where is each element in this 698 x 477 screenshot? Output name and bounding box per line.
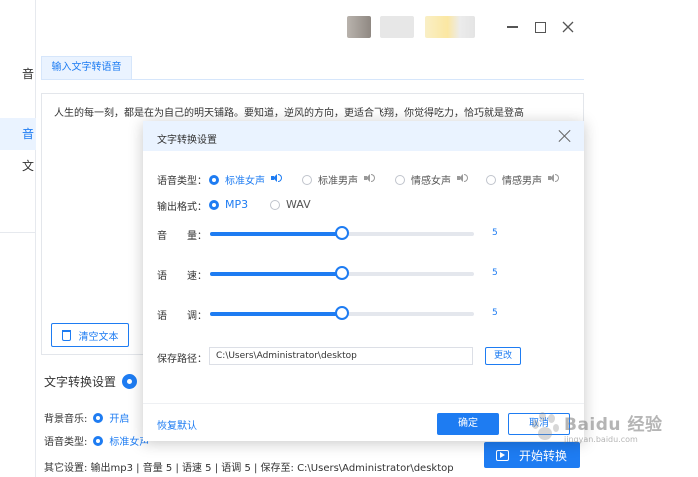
change-path-button[interactable]: 更改 <box>485 347 521 365</box>
start-convert-button[interactable]: 开始转换 <box>484 442 580 468</box>
sidebar-item-2[interactable]: 音 <box>0 118 36 150</box>
save-path-field[interactable]: C:\Users\Administrator\desktop <box>209 347 473 365</box>
speed-value: 5 <box>492 268 498 278</box>
voice-option-0[interactable]: 标准女声 <box>209 172 282 187</box>
volume-handle[interactable] <box>335 226 349 240</box>
voice-option-label-0: 标准女声 <box>225 176 265 187</box>
format-option-mp3[interactable]: MP3 <box>209 198 248 211</box>
voice-radio-0[interactable] <box>209 174 219 185</box>
minimize-button[interactable] <box>500 16 524 38</box>
format-label-wav: WAV <box>286 198 311 211</box>
voice-radio-2[interactable] <box>395 174 405 185</box>
voice-radio-1[interactable] <box>302 174 312 185</box>
format-radio-wav[interactable] <box>270 199 280 210</box>
volume-label: 音 量： <box>157 231 207 242</box>
format-label: 输出格式： <box>157 202 207 213</box>
maximize-button[interactable] <box>528 16 552 38</box>
sidebar-item-1[interactable]: 音 <box>0 58 36 90</box>
minimize-icon <box>506 26 518 28</box>
sidebar-divider <box>0 232 36 233</box>
format-option-wav[interactable]: WAV <box>270 198 311 211</box>
voice-option-2[interactable]: 情感女声 <box>395 172 468 187</box>
gear-icon[interactable] <box>122 374 138 389</box>
voice-radio-3[interactable] <box>486 174 496 185</box>
clear-text-button[interactable]: 清空文本 <box>51 323 129 347</box>
dialog-close-icon[interactable] <box>558 129 572 143</box>
voice-type-row: 语音类型: 标准女声 <box>44 433 149 448</box>
speaker-icon[interactable] <box>457 174 468 185</box>
settings-title-text: 文字转换设置 <box>44 375 117 389</box>
pitch-label: 语 调： <box>157 311 207 322</box>
bg-music-value: 开启 <box>109 414 130 425</box>
voice-option-1[interactable]: 标准男声 <box>302 172 375 187</box>
tab-underline <box>41 79 584 80</box>
dialog-footer-divider <box>143 403 584 404</box>
voice-option-label-1: 标准男声 <box>318 176 358 187</box>
speed-handle[interactable] <box>335 266 349 280</box>
bg-music-label: 背景音乐: <box>44 414 88 425</box>
start-convert-label: 开始转换 <box>519 448 568 463</box>
pitch-slider[interactable] <box>210 306 474 320</box>
window-close-button[interactable] <box>556 16 580 38</box>
voice-option-label-2: 情感女声 <box>411 176 451 187</box>
pitch-fill <box>210 312 342 316</box>
speed-label: 语 速： <box>157 271 207 282</box>
volume-fill <box>210 232 342 236</box>
volume-slider[interactable] <box>210 226 474 240</box>
cancel-button[interactable]: 取消 <box>508 413 570 435</box>
speaker-icon[interactable] <box>364 174 375 185</box>
bg-music-row: 背景音乐: 开启 <box>44 410 129 425</box>
pitch-value: 5 <box>492 308 498 318</box>
save-path-label: 保存路径： <box>157 354 207 365</box>
pitch-handle[interactable] <box>335 306 349 320</box>
reset-default-link[interactable]: 恢复默认 <box>157 417 197 432</box>
speed-slider[interactable] <box>210 266 474 280</box>
speaker-icon[interactable] <box>548 174 559 185</box>
volume-value: 5 <box>492 228 498 238</box>
username-blur <box>380 16 414 38</box>
trash-icon <box>61 329 71 341</box>
conversion-settings-dialog: 文字转换设置 语音类型： 标准女声 标准男声 情感女声 情感男声 输出格式： M… <box>143 121 584 441</box>
settings-heading: 文字转换设置 <box>44 373 138 390</box>
left-sidebar: 音 音 文 <box>0 0 36 477</box>
bg-music-radio[interactable] <box>93 412 104 423</box>
vip-badge-blur <box>425 16 475 38</box>
speed-fill <box>210 272 342 276</box>
voice-option-3[interactable]: 情感男声 <box>486 172 559 187</box>
editor-text: 人生的每一刻，都是在为自己的明天铺路。要知道，逆风的方向，更适合飞翔，你觉得吃力… <box>54 108 524 119</box>
voice-type-label: 语音类型： <box>157 176 207 187</box>
sidebar-item-3[interactable]: 文 <box>0 150 36 182</box>
speaker-icon[interactable] <box>271 174 282 185</box>
voice-type-label: 语音类型: <box>44 437 88 448</box>
format-label-mp3: MP3 <box>225 198 249 211</box>
maximize-icon <box>534 21 546 33</box>
format-radio-mp3[interactable] <box>209 199 219 210</box>
ok-button[interactable]: 确定 <box>437 413 499 435</box>
voice-type-radio[interactable] <box>93 435 104 446</box>
clear-text-label: 清空文本 <box>78 331 119 343</box>
tab-text-to-speech[interactable]: 输入文字转语音 <box>41 56 132 80</box>
close-icon <box>562 21 574 33</box>
settings-summary: 其它设置: 输出mp3 | 音量 5 | 语速 5 | 语调 5 | 保存至: … <box>44 463 454 474</box>
dialog-title: 文字转换设置 <box>157 135 217 146</box>
avatar <box>347 16 371 38</box>
play-icon <box>496 449 509 461</box>
voice-option-label-3: 情感男声 <box>502 176 542 187</box>
